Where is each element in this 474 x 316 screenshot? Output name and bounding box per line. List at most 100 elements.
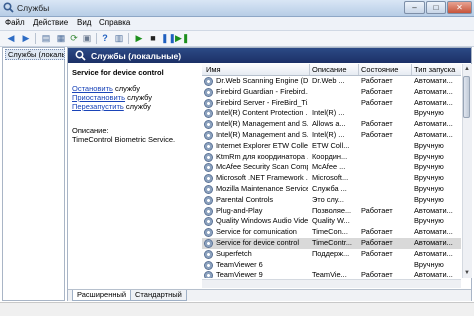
gear-icon bbox=[204, 131, 213, 140]
export-icon[interactable]: ▣ bbox=[81, 32, 93, 44]
service-status-cell: Работает bbox=[361, 119, 393, 129]
service-row[interactable]: Firebird Server - FireBird_Ti... Работает… bbox=[202, 98, 461, 109]
selected-service-name: Service for device control bbox=[72, 68, 164, 77]
console-tree: Службы (локальные) bbox=[2, 47, 65, 301]
service-row[interactable]: Microsoft .NET Framework ... Microsoft...… bbox=[202, 173, 461, 184]
scroll-up-icon[interactable]: ▲ bbox=[462, 64, 472, 74]
services-list: Имя Описание Состояние Тип запуска Dr.We… bbox=[202, 64, 461, 278]
service-row[interactable]: Intel(R) Management and S... Intel(R) ...… bbox=[202, 130, 461, 141]
service-row[interactable]: Service for device control TimeContr... Ра… bbox=[202, 238, 461, 249]
service-status-cell: Работает bbox=[361, 97, 393, 107]
service-startup-cell: Вручную bbox=[414, 184, 444, 193]
service-startup-cell: Вручную bbox=[414, 151, 444, 161]
maximize-button[interactable]: □ bbox=[426, 1, 446, 14]
service-row[interactable]: Quality Windows Audio Vide... Quality W..… bbox=[202, 216, 461, 227]
service-row[interactable]: Plug-and-Play Позволяе... Работает Автомати… bbox=[202, 206, 461, 217]
gear-icon bbox=[204, 195, 213, 205]
menu-view[interactable]: Вид bbox=[77, 18, 91, 27]
service-row[interactable]: TeamViewer 6 Вручную bbox=[202, 260, 461, 271]
service-row[interactable]: Parental Controls Это слу... Вручную bbox=[202, 195, 461, 206]
gear-icon bbox=[204, 271, 213, 278]
service-row[interactable]: TeamViewer 9 TeamVie... Работает Автомати..… bbox=[202, 270, 461, 278]
service-name-cell: Superfetch bbox=[216, 248, 252, 258]
services-icon bbox=[3, 2, 14, 13]
gear-icon bbox=[204, 109, 213, 119]
menu-help[interactable]: Справка bbox=[99, 18, 130, 27]
service-description-cell: Это слу... bbox=[312, 194, 344, 204]
pause-icon[interactable]: ❚❚ bbox=[161, 32, 176, 44]
service-description-cell: TimeCon... bbox=[312, 227, 348, 237]
service-row[interactable]: Intel(R) Content Protection ... Intel(R) … bbox=[202, 108, 461, 119]
services-icon bbox=[75, 50, 86, 61]
horizontal-scrollbar[interactable] bbox=[202, 279, 461, 288]
tab-extended[interactable]: Расширенный bbox=[72, 290, 132, 301]
service-description-cell: ETW Coll... bbox=[312, 140, 350, 150]
service-name-cell: Mozilla Maintenance Service bbox=[216, 184, 308, 193]
service-description-cell: Поддерж... bbox=[312, 248, 350, 258]
service-row[interactable]: Superfetch Поддерж... Работает Автомати... bbox=[202, 249, 461, 260]
gear-icon bbox=[204, 120, 213, 130]
restart-icon[interactable]: ▶❚ bbox=[175, 32, 189, 44]
play-icon[interactable]: ▶ bbox=[133, 32, 145, 44]
service-status-cell: Работает bbox=[361, 227, 393, 237]
gear-icon bbox=[204, 77, 213, 86]
service-name-cell: TeamViewer 6 bbox=[216, 259, 263, 269]
service-row[interactable]: Intel(R) Management and S... Allows a... Р… bbox=[202, 119, 461, 130]
service-description-cell: Координ... bbox=[312, 151, 348, 161]
scroll-down-icon[interactable]: ▼ bbox=[462, 268, 472, 278]
service-startup-cell: Автомати... bbox=[414, 227, 453, 237]
service-startup-cell: Автомати... bbox=[414, 97, 453, 107]
service-name-cell: Service for device control bbox=[216, 238, 299, 247]
pause-service-link[interactable]: Приостановить службу bbox=[72, 93, 152, 102]
service-row[interactable]: Dr.Web Scanning Engine (D... Dr.Web ... Ра… bbox=[202, 76, 461, 87]
service-description-cell: Intel(R) ... bbox=[312, 130, 345, 139]
gear-icon bbox=[204, 217, 213, 227]
service-status-cell: Работает bbox=[361, 270, 393, 278]
stop-service-link[interactable]: Остановить службу bbox=[72, 84, 140, 93]
back-icon[interactable]: ◀ bbox=[5, 32, 17, 44]
service-row[interactable]: KtmRm для координатора ... Координ... Вруч… bbox=[202, 152, 461, 163]
service-row[interactable]: McAfee Security Scan Comp... McAfee ... Вр… bbox=[202, 162, 461, 173]
properties-icon[interactable]: ▦ bbox=[55, 32, 67, 44]
gear-icon bbox=[204, 185, 213, 194]
service-description-cell: Quality W... bbox=[312, 216, 350, 226]
column-startup-type[interactable]: Тип запуска bbox=[414, 65, 461, 74]
tab-standard[interactable]: Стандартный bbox=[130, 290, 187, 301]
service-description-cell: McAfee ... bbox=[312, 162, 346, 172]
stop-icon[interactable]: ■ bbox=[147, 32, 159, 44]
service-name-cell: TeamViewer 9 bbox=[216, 270, 263, 278]
service-name-cell: Service for comunication bbox=[216, 227, 297, 237]
menu-file[interactable]: Файл bbox=[5, 18, 25, 27]
scrollbar-thumb[interactable] bbox=[463, 76, 470, 118]
service-row[interactable]: Internet Explorer ETW Colle... ETW Coll..… bbox=[202, 141, 461, 152]
service-startup-cell: Вручную bbox=[414, 108, 444, 118]
console-tree-icon[interactable]: ▤ bbox=[40, 32, 52, 44]
service-description-cell: Dr.Web ... bbox=[312, 76, 345, 85]
service-status-cell: Работает bbox=[361, 76, 393, 85]
menu-bar: Файл Действие Вид Справка bbox=[0, 17, 474, 31]
gear-icon bbox=[204, 141, 213, 151]
service-row[interactable]: Firebird Guardian - Firebird... Работает А… bbox=[202, 87, 461, 98]
gear-icon bbox=[204, 260, 213, 270]
service-status-cell: Работает bbox=[361, 205, 393, 215]
column-status[interactable]: Состояние bbox=[361, 65, 409, 74]
menu-action[interactable]: Действие bbox=[33, 18, 68, 27]
minimize-button[interactable]: – bbox=[404, 1, 425, 14]
restart-service-link[interactable]: Перезапустить службу bbox=[72, 102, 151, 111]
gear-icon bbox=[204, 152, 213, 162]
service-startup-cell: Автомати... bbox=[414, 205, 453, 215]
close-button[interactable]: ✕ bbox=[447, 1, 472, 14]
service-name-cell: Intel(R) Management and S... bbox=[216, 119, 308, 129]
service-row[interactable]: Mozilla Maintenance Service Служба ... Вру… bbox=[202, 184, 461, 195]
service-description-cell: Allows a... bbox=[312, 119, 346, 129]
view-icon[interactable]: ▥ bbox=[113, 32, 125, 44]
column-name[interactable]: Имя bbox=[206, 65, 306, 74]
column-description[interactable]: Описание bbox=[312, 65, 358, 74]
tree-item-services[interactable]: Службы (локальные) bbox=[5, 49, 65, 60]
forward-icon[interactable]: ▶ bbox=[20, 32, 32, 44]
service-name-cell: Internet Explorer ETW Colle... bbox=[216, 140, 308, 150]
service-description-cell: Intel(R) ... bbox=[312, 108, 345, 118]
service-row[interactable]: Service for comunication TimeCon... Работа… bbox=[202, 227, 461, 238]
refresh-icon[interactable]: ⟳ bbox=[68, 32, 80, 44]
help-icon[interactable]: ? bbox=[99, 32, 111, 44]
